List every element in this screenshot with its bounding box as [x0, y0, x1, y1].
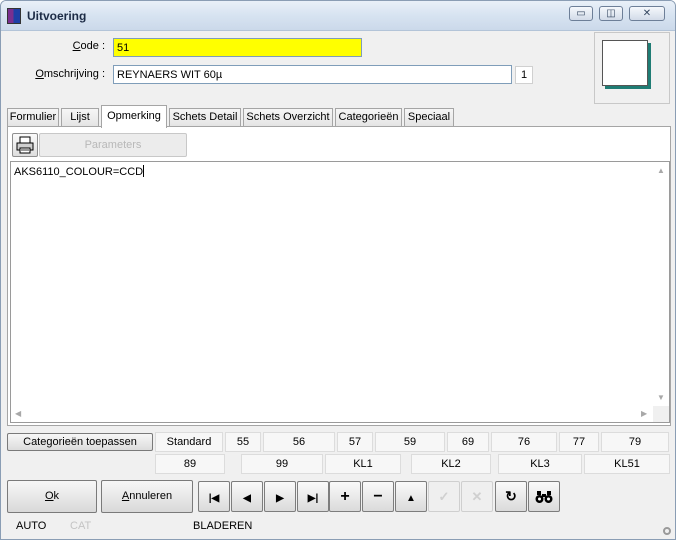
category-kl1[interactable]: KL1 [325, 454, 401, 474]
code-label: Code : [72, 40, 105, 52]
delete-record-icon: − [373, 488, 383, 505]
edit-record-icon: ▲ [406, 493, 416, 504]
category-77[interactable]: 77 [559, 432, 599, 452]
refresh-button[interactable]: ↻ [495, 481, 527, 512]
color-preview-frame [594, 32, 670, 104]
category-76[interactable]: 76 [491, 432, 557, 452]
remarks-memo[interactable]: AKS6110_COLOUR=CCD ▲ ▼ ◀ ▶ [10, 161, 670, 423]
text-caret [143, 165, 145, 177]
printer-icon [16, 136, 34, 154]
horizontal-scrollbar[interactable]: ◀ ▶ [11, 406, 653, 422]
tab-speciaal[interactable]: Speciaal [404, 108, 454, 127]
prev-record-button[interactable]: ◀ [231, 481, 263, 512]
resize-grip-icon[interactable] [663, 527, 671, 535]
category-69[interactable]: 69 [447, 432, 489, 452]
scroll-left-icon[interactable]: ◀ [15, 410, 21, 418]
tab-categorieen[interactable]: Categorieën [335, 108, 402, 127]
status-state: BLADEREN [193, 520, 253, 532]
description-count: 1 [515, 66, 533, 84]
tab-schets-overzicht[interactable]: Schets Overzicht [243, 108, 333, 127]
vertical-scrollbar[interactable]: ▲ ▼ [653, 162, 669, 406]
tab-opmerking[interactable]: Opmerking [101, 105, 167, 128]
refresh-icon: ↻ [505, 488, 517, 504]
cancel-edit-button[interactable]: ✕ [461, 481, 493, 512]
confirm-button[interactable]: ✓ [428, 481, 460, 512]
category-79[interactable]: 79 [601, 432, 669, 452]
maximize-button[interactable]: ◫ [599, 6, 623, 21]
confirm-icon: ✓ [438, 489, 450, 504]
opmerking-panel: Parameters AKS6110_COLOUR=CCD ▲ ▼ ◀ ▶ [7, 126, 671, 426]
category-99[interactable]: 99 [241, 454, 323, 474]
category-kl2[interactable]: KL2 [411, 454, 491, 474]
scroll-right-icon[interactable]: ▶ [641, 410, 647, 418]
color-preview-swatch [602, 40, 648, 86]
edit-record-button[interactable]: ▲ [395, 481, 427, 512]
category-kl3[interactable]: KL3 [498, 454, 582, 474]
tab-formulier[interactable]: Formulier [7, 108, 59, 127]
next-record-icon: ▶ [276, 493, 284, 504]
delete-record-button[interactable]: − [362, 481, 394, 512]
code-field[interactable]: 51 [113, 38, 362, 57]
category-55[interactable]: 55 [225, 432, 261, 452]
tab-schets-detail[interactable]: Schets Detail [169, 108, 241, 127]
next-record-button[interactable]: ▶ [264, 481, 296, 512]
status-cat: CAT [70, 520, 92, 532]
scroll-up-icon[interactable]: ▲ [657, 167, 665, 175]
uitvoering-window: Uitvoering ▭ ◫ ✕ Code : 51 Omschrijving … [0, 0, 676, 540]
remarks-text[interactable]: AKS6110_COLOUR=CCD [14, 165, 145, 178]
last-record-button[interactable]: ▶| [297, 481, 329, 512]
scroll-corner [653, 406, 669, 422]
category-57[interactable]: 57 [337, 432, 373, 452]
title-bar[interactable]: Uitvoering ▭ ◫ ✕ [1, 1, 675, 31]
last-record-icon: ▶| [307, 493, 319, 504]
first-record-icon: |◀ [208, 493, 220, 504]
minimize-button[interactable]: ▭ [569, 6, 593, 21]
description-field[interactable]: REYNAERS WIT 60µ [113, 65, 512, 84]
first-record-button[interactable]: |◀ [198, 481, 230, 512]
category-56[interactable]: 56 [263, 432, 335, 452]
window-title: Uitvoering [27, 9, 87, 23]
ok-button[interactable]: Ok [7, 480, 97, 513]
status-mode: AUTO [16, 520, 47, 532]
print-button[interactable] [12, 133, 38, 157]
category-kl51[interactable]: KL51 [584, 454, 670, 474]
tab-lijst[interactable]: Lijst [61, 108, 99, 127]
apply-categories-button[interactable]: Categorieën toepassen [7, 433, 153, 451]
add-record-icon: + [340, 488, 350, 505]
category-89[interactable]: 89 [155, 454, 225, 474]
parameters-button[interactable]: Parameters [39, 133, 187, 157]
binoculars-icon [535, 491, 553, 503]
cancel-button[interactable]: Annuleren [101, 480, 193, 513]
cancel-edit-icon: ✕ [471, 489, 483, 504]
description-label: Omschrijving : [35, 68, 105, 80]
category-59[interactable]: 59 [375, 432, 445, 452]
category-standard[interactable]: Standard [155, 432, 223, 452]
close-button[interactable]: ✕ [629, 6, 665, 21]
search-button[interactable] [528, 481, 560, 512]
prev-record-icon: ◀ [243, 493, 251, 504]
app-icon [7, 8, 21, 24]
scroll-down-icon[interactable]: ▼ [657, 394, 665, 402]
add-record-button[interactable]: + [329, 481, 361, 512]
